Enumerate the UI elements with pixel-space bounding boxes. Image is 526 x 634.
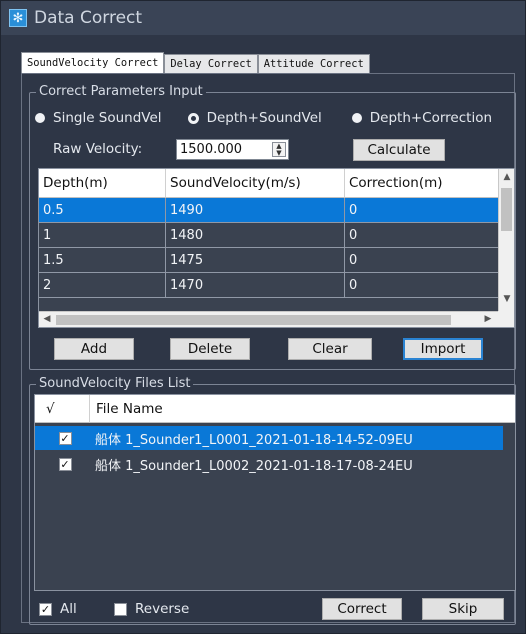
data-correct-window: ✻ Data Correct SoundVelocity Correct Del…: [0, 0, 526, 634]
radio-single-soundvel[interactable]: Single SoundVel: [35, 110, 162, 126]
import-button[interactable]: Import: [403, 338, 483, 360]
file-name[interactable]: 船体 1_Sounder1_L0001_2021-01-18-14-52-09E…: [95, 429, 413, 448]
column-header-check[interactable]: √: [35, 395, 90, 423]
all-checkbox[interactable]: ✓ All: [39, 601, 77, 617]
file-check-cell: ✓: [35, 457, 95, 471]
radio-depth-correction[interactable]: Depth+Correction: [351, 110, 493, 126]
snowflake-icon: ✻: [9, 9, 27, 27]
files-list[interactable]: √ File Name ✓ 船体 1_Sounder1_L0001_2021-0…: [34, 394, 516, 591]
all-check-icon: ✓: [39, 602, 52, 616]
delete-button[interactable]: Delete: [170, 338, 250, 360]
files-header: √ File Name: [35, 395, 515, 423]
raw-velocity-spinbox[interactable]: ▲ ▼: [176, 139, 289, 160]
radio-depth-soundvel[interactable]: Depth+SoundVel: [187, 110, 322, 126]
correction-cell[interactable]: 0: [345, 248, 498, 272]
soundvelocity-files-title: SoundVelocity Files List: [36, 376, 194, 391]
scroll-thumb[interactable]: [56, 315, 451, 325]
reverse-label: Reverse: [135, 601, 190, 617]
window-title: Data Correct: [34, 8, 143, 28]
scrollbar-corner: [498, 311, 514, 327]
tab-attitude-correct[interactable]: Attitude Correct: [257, 54, 370, 73]
velocity-cell[interactable]: 1480: [166, 223, 345, 247]
file-checkbox[interactable]: ✓: [58, 457, 72, 471]
clear-button[interactable]: Clear: [288, 338, 372, 360]
table-row[interactable]: 2 1470 0: [39, 273, 498, 298]
raw-velocity-label: Raw Velocity:: [53, 141, 143, 157]
tab-soundvelocity-correct[interactable]: SoundVelocity Correct: [21, 52, 165, 73]
table-horizontal-scrollbar[interactable]: ◀ ▶: [39, 311, 498, 327]
reverse-check-icon: [114, 602, 127, 616]
radio-selected-icon: [187, 112, 199, 124]
tab-strip: SoundVelocity Correct Delay Correct Atti…: [21, 52, 370, 73]
scroll-right-icon[interactable]: ▶: [480, 314, 496, 324]
spin-buttons[interactable]: ▲ ▼: [272, 142, 286, 157]
file-checkbox[interactable]: ✓: [58, 431, 72, 445]
scroll-down-icon[interactable]: ▼: [499, 294, 514, 304]
table-header: Depth(m) SoundVelocity(m/s) Correction(m…: [39, 169, 498, 198]
all-label: All: [60, 601, 77, 617]
table-vertical-scrollbar[interactable]: ▲ ▼: [498, 169, 514, 311]
radio-label: Depth+SoundVel: [206, 110, 322, 126]
skip-button[interactable]: Skip: [422, 598, 504, 620]
reverse-checkbox[interactable]: Reverse: [114, 601, 189, 617]
title-bar[interactable]: ✻ Data Correct: [1, 1, 525, 35]
depth-cell[interactable]: 2: [39, 273, 166, 297]
correction-cell[interactable]: 0: [345, 198, 498, 222]
scroll-up-icon[interactable]: ▲: [499, 172, 514, 182]
correct-button[interactable]: Correct: [322, 598, 402, 620]
radio-dot-icon: [35, 113, 45, 123]
add-button[interactable]: Add: [54, 338, 134, 360]
correction-cell[interactable]: 0: [345, 273, 498, 297]
radio-dot-icon: [351, 113, 362, 123]
soundvelocity-table[interactable]: Depth(m) SoundVelocity(m/s) Correction(m…: [38, 168, 515, 328]
tab-delay-correct[interactable]: Delay Correct: [164, 54, 258, 73]
file-row[interactable]: ✓ 船体 1_Sounder1_L0001_2021-01-18-14-52-0…: [35, 426, 503, 450]
file-name[interactable]: 船体 1_Sounder1_L0002_2021-01-18-17-08-24E…: [95, 455, 413, 474]
correct-parameters-title: Correct Parameters Input: [36, 84, 206, 99]
depth-cell[interactable]: 1: [39, 223, 166, 247]
depth-cell[interactable]: 1.5: [39, 248, 166, 272]
depth-cell[interactable]: 0.5: [39, 198, 166, 222]
column-header-soundvelocity[interactable]: SoundVelocity(m/s): [166, 169, 345, 198]
column-header-depth[interactable]: Depth(m): [39, 169, 166, 198]
spin-down-icon[interactable]: ▼: [273, 150, 285, 157]
calculate-button[interactable]: Calculate: [353, 139, 445, 161]
column-header-file-name[interactable]: File Name: [90, 395, 515, 423]
column-header-correction[interactable]: Correction(m): [345, 169, 498, 198]
velocity-cell[interactable]: 1490: [166, 198, 345, 222]
scroll-thumb[interactable]: [501, 188, 512, 231]
raw-velocity-input[interactable]: [180, 140, 270, 159]
table-row[interactable]: 0.5 1490 0: [39, 198, 498, 223]
file-check-cell: ✓: [35, 431, 95, 445]
velocity-cell[interactable]: 1475: [166, 248, 345, 272]
table-row[interactable]: 1 1480 0: [39, 223, 498, 248]
velocity-cell[interactable]: 1470: [166, 273, 345, 297]
mode-radio-group: Single SoundVel Depth+SoundVel Depth+Cor…: [35, 110, 518, 126]
table-row[interactable]: 1.5 1475 0: [39, 248, 498, 273]
radio-label: Depth+Correction: [369, 110, 493, 126]
correction-cell[interactable]: 0: [345, 223, 498, 247]
table-body: 0.5 1490 0 1 1480 0 1.5 1475 0 2 1470 0: [39, 198, 498, 298]
file-row[interactable]: ✓ 船体 1_Sounder1_L0002_2021-01-18-17-08-2…: [35, 452, 503, 476]
scroll-left-icon[interactable]: ◀: [39, 314, 55, 324]
radio-label: Single SoundVel: [53, 110, 162, 126]
